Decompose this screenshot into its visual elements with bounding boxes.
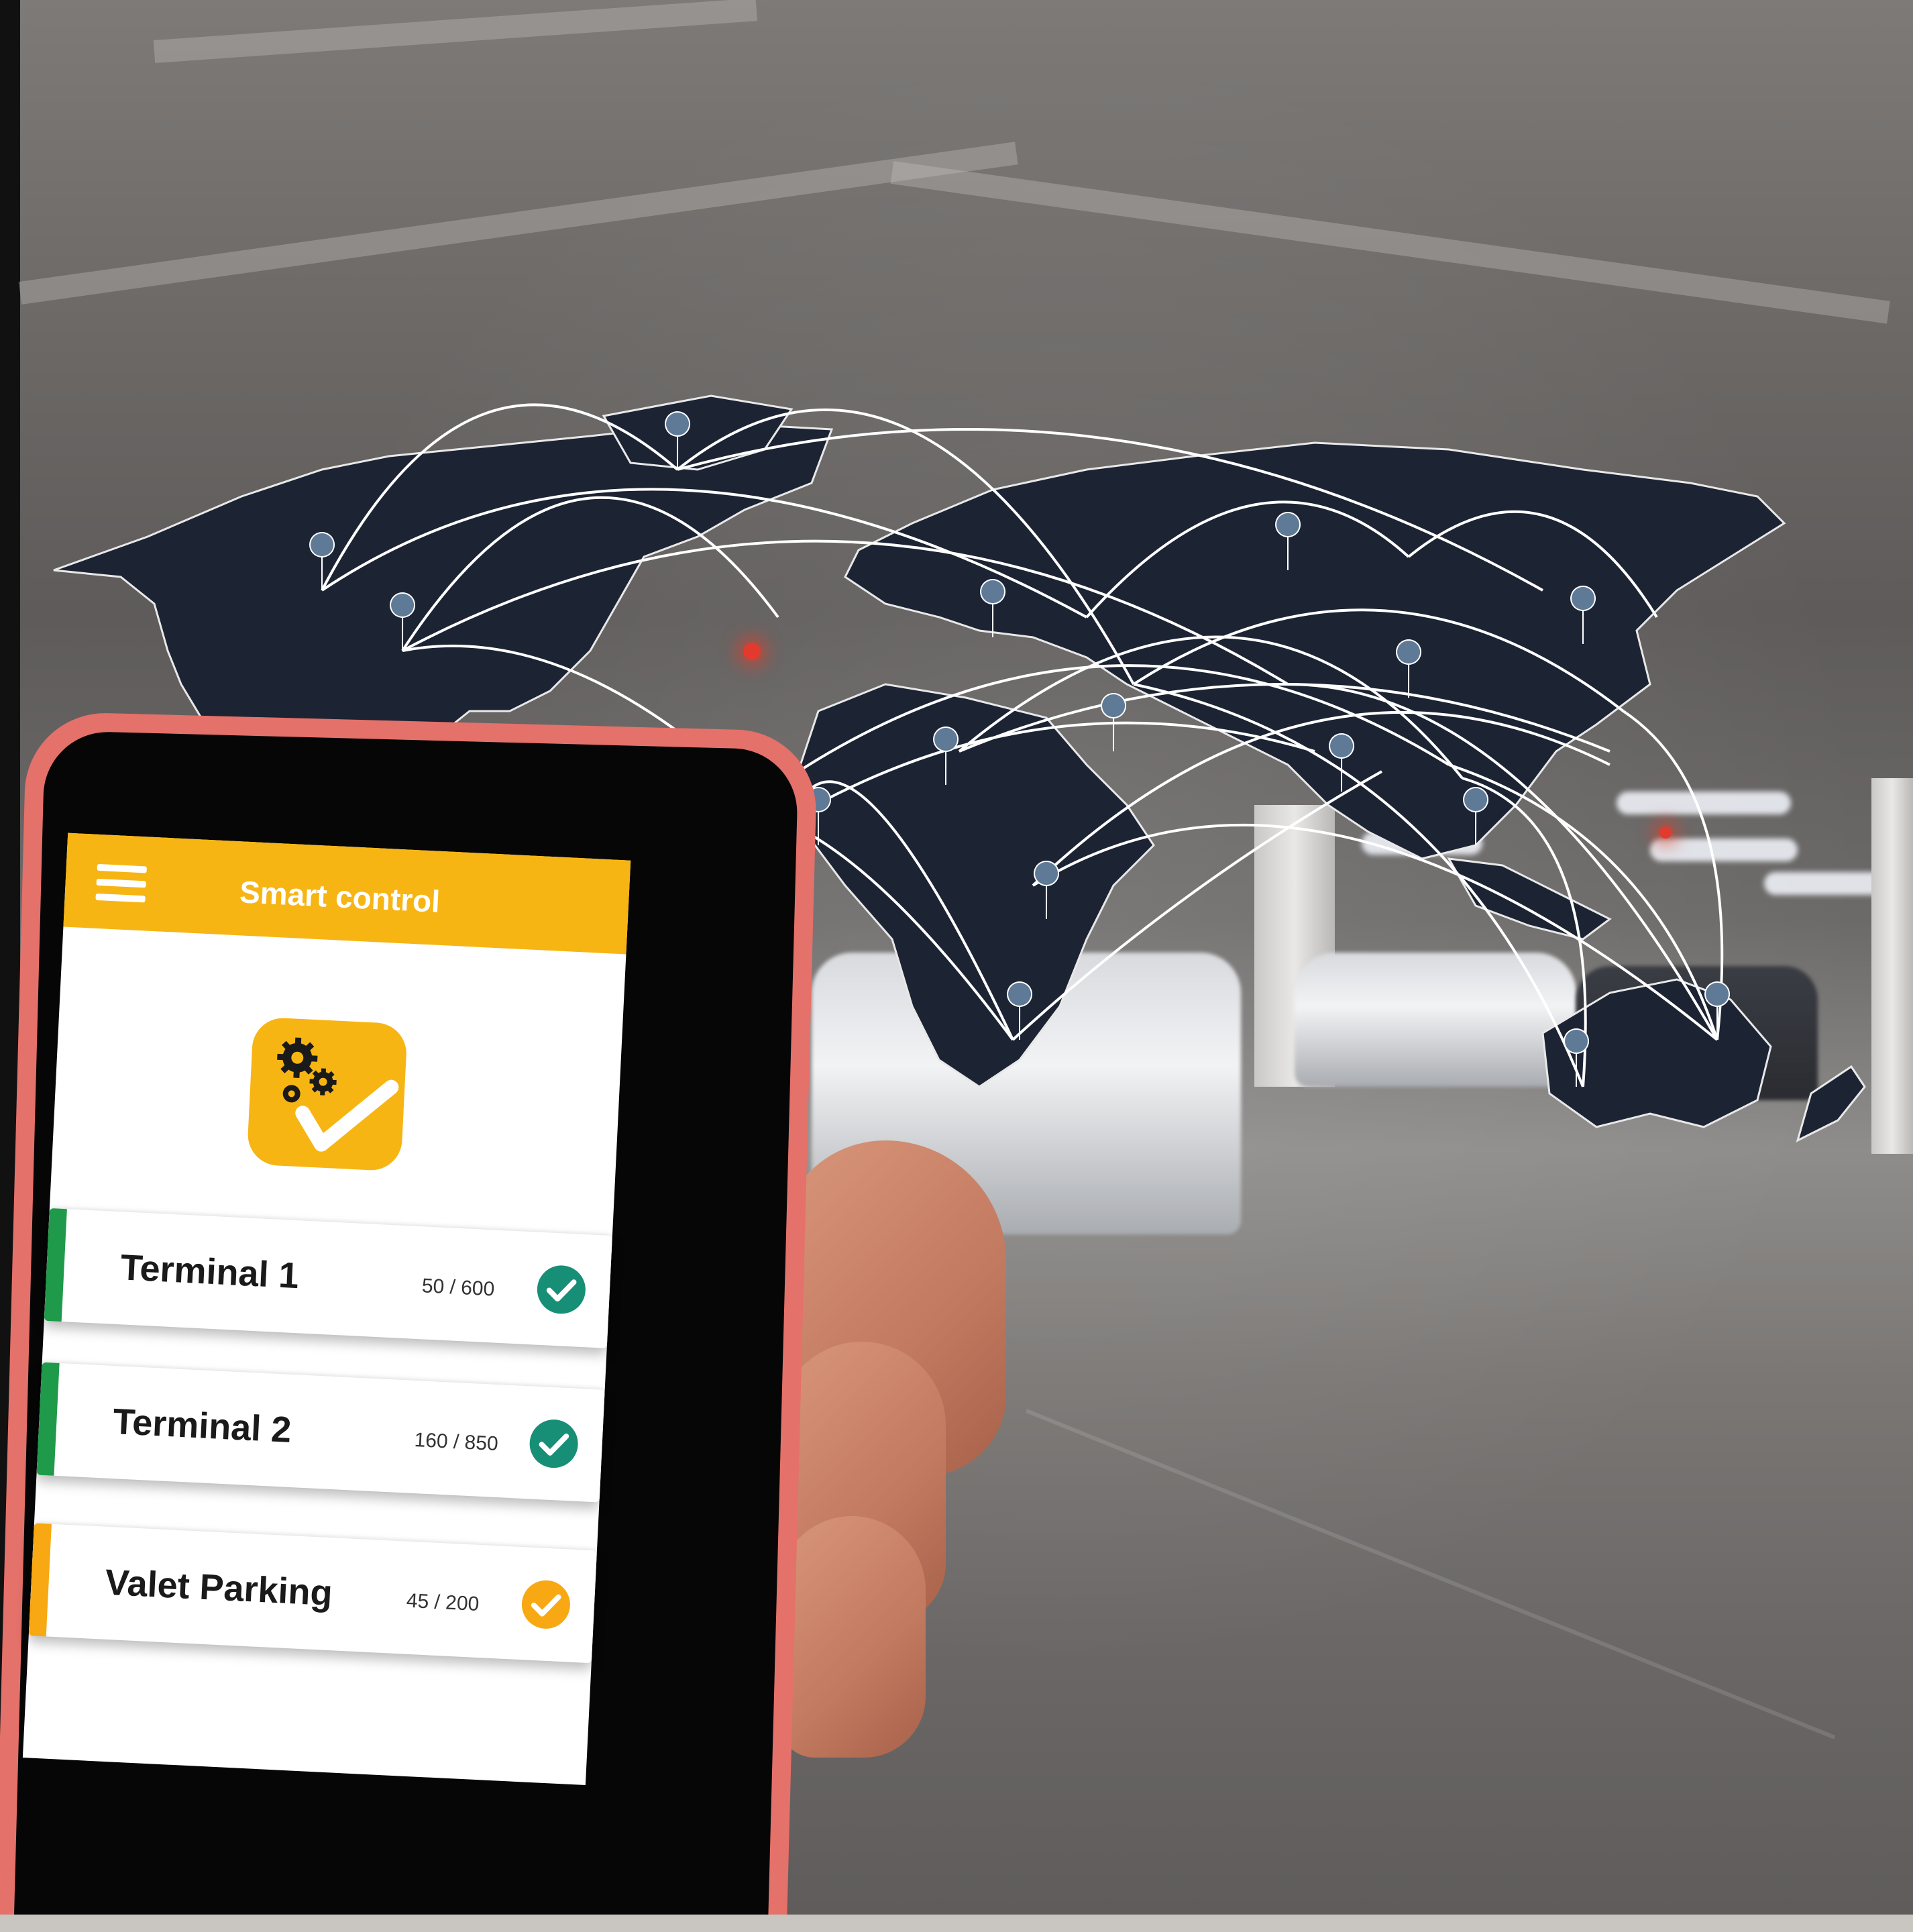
bottom-border	[0, 1915, 1913, 1932]
area-name: Terminal 2	[112, 1401, 292, 1450]
ceiling-beam	[890, 161, 1890, 324]
area-name: Terminal 1	[119, 1247, 300, 1297]
gear-icon	[277, 1037, 337, 1103]
new-zealand	[1796, 1065, 1866, 1142]
finger	[778, 1516, 926, 1758]
photo-scene: Smart control Terminal 1 50 / 600 Termin…	[0, 0, 1913, 1932]
check-circle-icon	[527, 1417, 581, 1470]
smartphone: Smart control Terminal 1 50 / 600 Termin…	[0, 711, 818, 1932]
area-name: Valet Parking	[104, 1562, 333, 1614]
app-title: Smart control	[239, 874, 441, 919]
occupancy-count: 50 / 600	[421, 1275, 496, 1301]
checkmark-icon	[295, 1079, 399, 1152]
parking-area-row-terminal-2[interactable]: Terminal 2 160 / 850	[36, 1362, 605, 1503]
ceiling-beam	[153, 0, 757, 63]
occupancy-count: 45 / 200	[406, 1589, 480, 1615]
gears-checkmark-logo-icon	[246, 1016, 408, 1172]
southeast-asia	[1447, 857, 1612, 941]
floor-marking	[1025, 1409, 1836, 1739]
phone-screen: Smart control Terminal 1 50 / 600 Termin…	[22, 833, 631, 1786]
ceiling-beam	[18, 142, 1018, 305]
parking-area-row-valet-parking[interactable]: Valet Parking 45 / 200	[28, 1523, 597, 1664]
check-circle-icon	[535, 1263, 588, 1317]
parking-area-row-terminal-1[interactable]: Terminal 1 50 / 600	[44, 1208, 612, 1348]
check-circle-icon	[519, 1578, 573, 1631]
hamburger-menu-icon[interactable]	[95, 863, 147, 903]
occupancy-count: 160 / 850	[413, 1428, 499, 1456]
